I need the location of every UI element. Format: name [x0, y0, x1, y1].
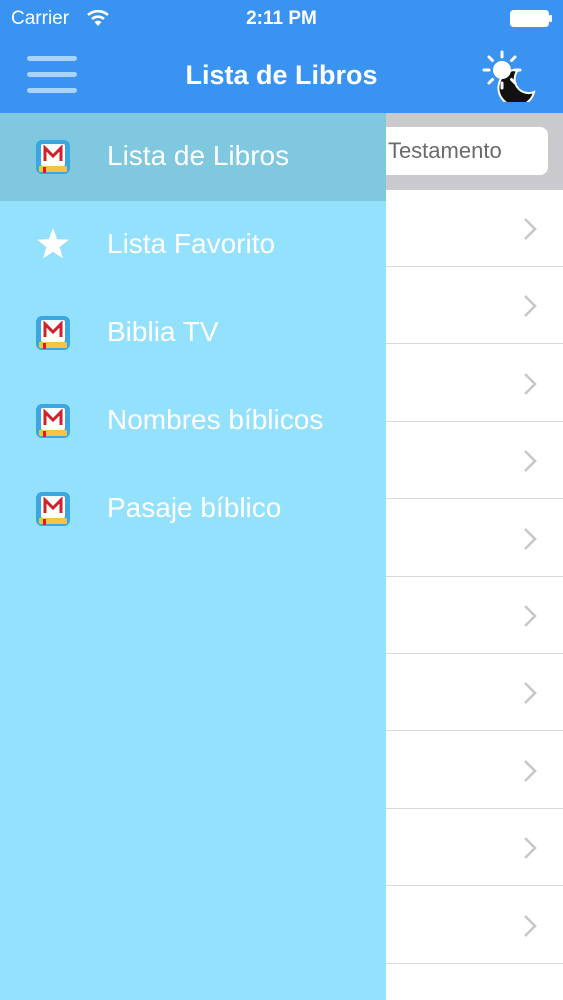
chevron-right-icon [524, 450, 537, 473]
drawer-item-label: Biblia TV [107, 316, 219, 347]
chevron-right-icon [524, 527, 537, 550]
day-night-toggle-icon[interactable] [482, 48, 538, 102]
drawer-item-lista-favorito[interactable]: Lista Favorito [0, 201, 386, 289]
side-drawer: Lista de Libros Lista Favorito Biblia TV… [0, 113, 386, 1000]
chevron-right-icon [524, 837, 537, 860]
drawer-item-label: Nombres bíblicos [107, 404, 324, 435]
drawer-item-biblia-tv[interactable]: Biblia TV [0, 289, 386, 377]
bible-app-icon [36, 316, 70, 350]
star-icon [37, 228, 69, 259]
chevron-right-icon [524, 682, 537, 705]
status-time: 2:11 PM [246, 8, 317, 29]
testament-segment-button[interactable]: o Testamento [360, 127, 548, 175]
chevron-right-icon [524, 914, 537, 937]
bible-app-icon [36, 492, 70, 526]
bible-app-icon [36, 404, 70, 438]
chevron-right-icon [524, 295, 537, 318]
status-bar: Carrier 2:11 PM [0, 0, 563, 38]
page-title: Lista de Libros [185, 60, 378, 90]
drawer-item-label: Pasaje bíblico [107, 492, 282, 523]
chevron-right-icon [524, 218, 537, 240]
chevron-right-icon [524, 372, 537, 395]
drawer-item-label: Lista de Libros [107, 140, 290, 171]
drawer-item-label: Lista Favorito [107, 228, 276, 259]
battery-icon [510, 10, 552, 27]
bible-app-icon [36, 140, 70, 174]
chevron-right-icon [524, 605, 537, 627]
nav-header: Carrier 2:11 PM Lista de Libros [0, 0, 563, 113]
drawer-item-nombres-biblicos[interactable]: Nombres bíblicos [0, 377, 386, 465]
drawer-item-lista-de-libros[interactable]: Lista de Libros [0, 113, 386, 201]
drawer-item-pasaje-biblico[interactable]: Pasaje bíblico [0, 465, 386, 553]
chevron-right-icon [524, 759, 537, 782]
